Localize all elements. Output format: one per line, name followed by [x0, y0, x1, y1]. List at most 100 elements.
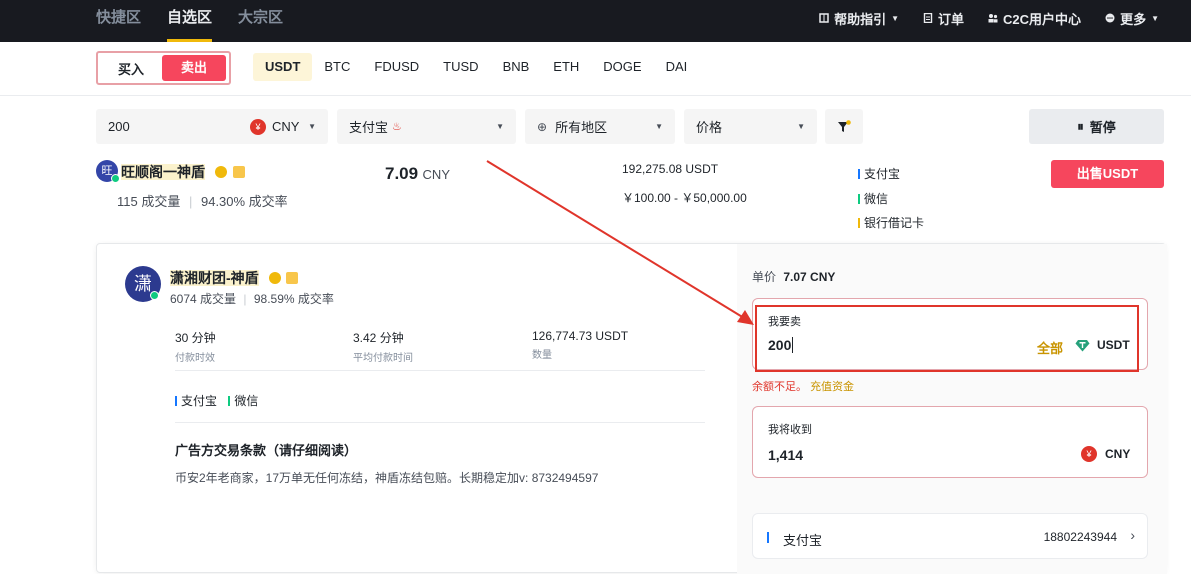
stat-quantity: 126,774.73 USDT 数量 [532, 329, 628, 361]
available-amount: 192,275.08 USDT [622, 162, 719, 176]
listing-row: 旺 旺顺阁一神盾 115 成交量 | 94.30% 成交率 7.09 CNY 1… [0, 158, 1191, 238]
coin-tab-bnb[interactable]: BNB [491, 53, 542, 81]
stat-value: 126,774.73 USDT [532, 329, 629, 343]
stat-value: 3.42 分钟 [353, 331, 404, 345]
stat-label: 平均付款时间 [353, 353, 413, 364]
currency-select[interactable]: ¥ CNY [250, 118, 299, 135]
tab-block-zone[interactable]: 大宗区 [238, 0, 283, 42]
payment-account-number: 18802243944 [1043, 530, 1117, 544]
payment-alipay: 支付宝 [175, 394, 217, 408]
shield-icon [286, 272, 299, 284]
zone-tabs: 快捷区 自选区 大宗区 [96, 0, 283, 42]
payment-method-select[interactable]: 支付宝 ♨ ▼ [337, 109, 516, 144]
stat-payment-window: 30 分钟 付款时效 [175, 329, 216, 364]
stat-label: 付款时效 [175, 353, 215, 364]
alipay-indicator [767, 532, 769, 543]
chevron-down-icon: ▼ [655, 122, 663, 131]
c2c-user-center-label: C2C用户中心 [1003, 11, 1082, 27]
cny-icon: ¥ [1081, 446, 1097, 462]
help-guide-menu[interactable]: 帮助指引 ▼ [819, 9, 899, 28]
unit-price-value: 7.07 CNY [783, 270, 836, 284]
amount-input[interactable]: 200 ¥ CNY ▼ [96, 109, 328, 144]
topup-link[interactable]: 充值资金 [810, 381, 854, 393]
order-detail-card: 潇 潇湘财团-神盾 6074 成交量 | 98.59% 成交率 30 分钟 付款… [96, 243, 1167, 574]
c2c-user-center-link[interactable]: C2C用户中心 [988, 9, 1081, 28]
region-label: 所有地区 [555, 120, 608, 135]
more-menu[interactable]: 更多 ▼ [1105, 9, 1159, 28]
coin-tab-doge[interactable]: DOGE [591, 53, 653, 81]
buy-toggle-button[interactable]: 买入 [100, 59, 162, 78]
merchant-stats: 6074 成交量 | 98.59% 成交率 [170, 292, 334, 306]
help-guide-label: 帮助指引 [834, 11, 887, 27]
filter-icon [838, 119, 851, 132]
merchant-name-row: 潇湘财团-神盾 [170, 268, 299, 288]
payment-methods: 支付宝 微信 银行借记卡 [858, 162, 924, 236]
online-status-dot [111, 174, 120, 183]
coin-tabs: USDT BTC FDUSD TUSD BNB ETH DOGE DAI [253, 53, 699, 81]
pause-icon: ⏸ [1077, 118, 1084, 134]
divider [175, 370, 705, 371]
payment-wechat: 微信 [858, 187, 924, 212]
filter-bar: 200 ¥ CNY ▼ 支付宝 ♨ ▼ ⊕ 所有地区 ▼ 价格 ▼ ⏸ 暂停 [0, 109, 1191, 145]
payment-account-method: 支付宝 [783, 533, 823, 548]
more-label: 更多 [1120, 11, 1147, 27]
chevron-down-icon: ▼ [797, 122, 805, 131]
listing-price: 7.09 CNY [385, 164, 450, 184]
hot-icon: ♨ [392, 121, 402, 133]
coin-tab-dai[interactable]: DAI [654, 53, 700, 81]
coin-tab-usdt[interactable]: USDT [253, 53, 313, 81]
stat-value: 30 分钟 [175, 331, 216, 345]
payment-method-label: 支付宝 [349, 120, 389, 135]
receive-amount-field[interactable]: 我将收到 1,414 ¥ CNY [752, 406, 1148, 478]
receive-amount-label: 我将收到 [768, 424, 812, 436]
merchant-name[interactable]: 旺顺阁一神盾 [121, 164, 205, 180]
pause-button[interactable]: ⏸ 暂停 [1029, 109, 1164, 144]
sell-usdt-button[interactable]: 出售USDT [1051, 160, 1164, 188]
sort-select[interactable]: 价格 ▼ [684, 109, 817, 144]
tab-custom-zone[interactable]: 自选区 [167, 0, 213, 42]
orders-count: 115 成交量 [117, 194, 181, 209]
payment-account-select[interactable]: 支付宝 18802243944 › [752, 513, 1148, 559]
terms-text: 币安2年老商家，17万单无任何冻结，神盾冻结包赔。长期稳定加v: 8732494… [175, 471, 599, 485]
unit-price-label: 单价 [752, 270, 777, 284]
orders-label: 订单 [938, 11, 965, 27]
verified-icon [214, 166, 227, 178]
cny-icon: ¥ [250, 118, 266, 135]
receive-amount-value[interactable]: 1,414 [768, 447, 803, 463]
buy-sell-toggle: 买入 卖出 [96, 51, 231, 85]
completion-rate: 98.59% 成交率 [253, 292, 334, 306]
orders-count: 6074 成交量 [170, 292, 237, 306]
coin-tab-btc[interactable]: BTC [312, 53, 362, 81]
merchant-name[interactable]: 潇湘财团-神盾 [170, 270, 259, 286]
merchant-name-row: 旺顺阁一神盾 [121, 162, 245, 182]
order-limit: ￥100.00 - ￥50,000.00 [622, 191, 747, 205]
price-unit: CNY [422, 167, 450, 182]
sell-toggle-button[interactable]: 卖出 [162, 55, 226, 81]
chevron-down-icon: ▼ [891, 13, 900, 23]
receive-currency: CNY [1105, 447, 1131, 461]
tab-express-zone[interactable]: 快捷区 [96, 0, 141, 42]
completion-rate: 94.30% 成交率 [200, 194, 288, 209]
coin-tab-eth[interactable]: ETH [541, 53, 591, 81]
annotation-highlight-box [755, 305, 1139, 372]
payment-bank-card: 银行借记卡 [858, 211, 924, 236]
amount-value: 200 [108, 119, 130, 134]
price-value: 7.09 [385, 164, 419, 183]
terms-title: 广告方交易条款（请仔细阅读） [175, 443, 358, 458]
orders-link[interactable]: 订单 [923, 9, 964, 28]
globe-icon: ⊕ [537, 119, 548, 134]
coin-tab-fdusd[interactable]: FDUSD [362, 53, 431, 81]
coin-tab-tusd[interactable]: TUSD [431, 53, 490, 81]
online-status-dot [150, 291, 159, 300]
filter-button[interactable] [825, 109, 863, 144]
verified-icon [268, 272, 281, 284]
stat-label: 数量 [532, 350, 552, 361]
pause-label: 暂停 [1089, 120, 1116, 135]
merchant-stats: 115 成交量 | 94.30% 成交率 [117, 194, 288, 209]
payment-alipay: 支付宝 [858, 162, 924, 187]
chevron-down-icon: ▼ [496, 122, 504, 131]
trade-type-bar: 买入 卖出 USDT BTC FDUSD TUSD BNB ETH DOGE D… [0, 42, 1191, 96]
balance-warning: 余额不足。 充值资金 [752, 378, 854, 394]
more-icon [1105, 13, 1115, 23]
region-select[interactable]: ⊕ 所有地区 ▼ [525, 109, 675, 144]
